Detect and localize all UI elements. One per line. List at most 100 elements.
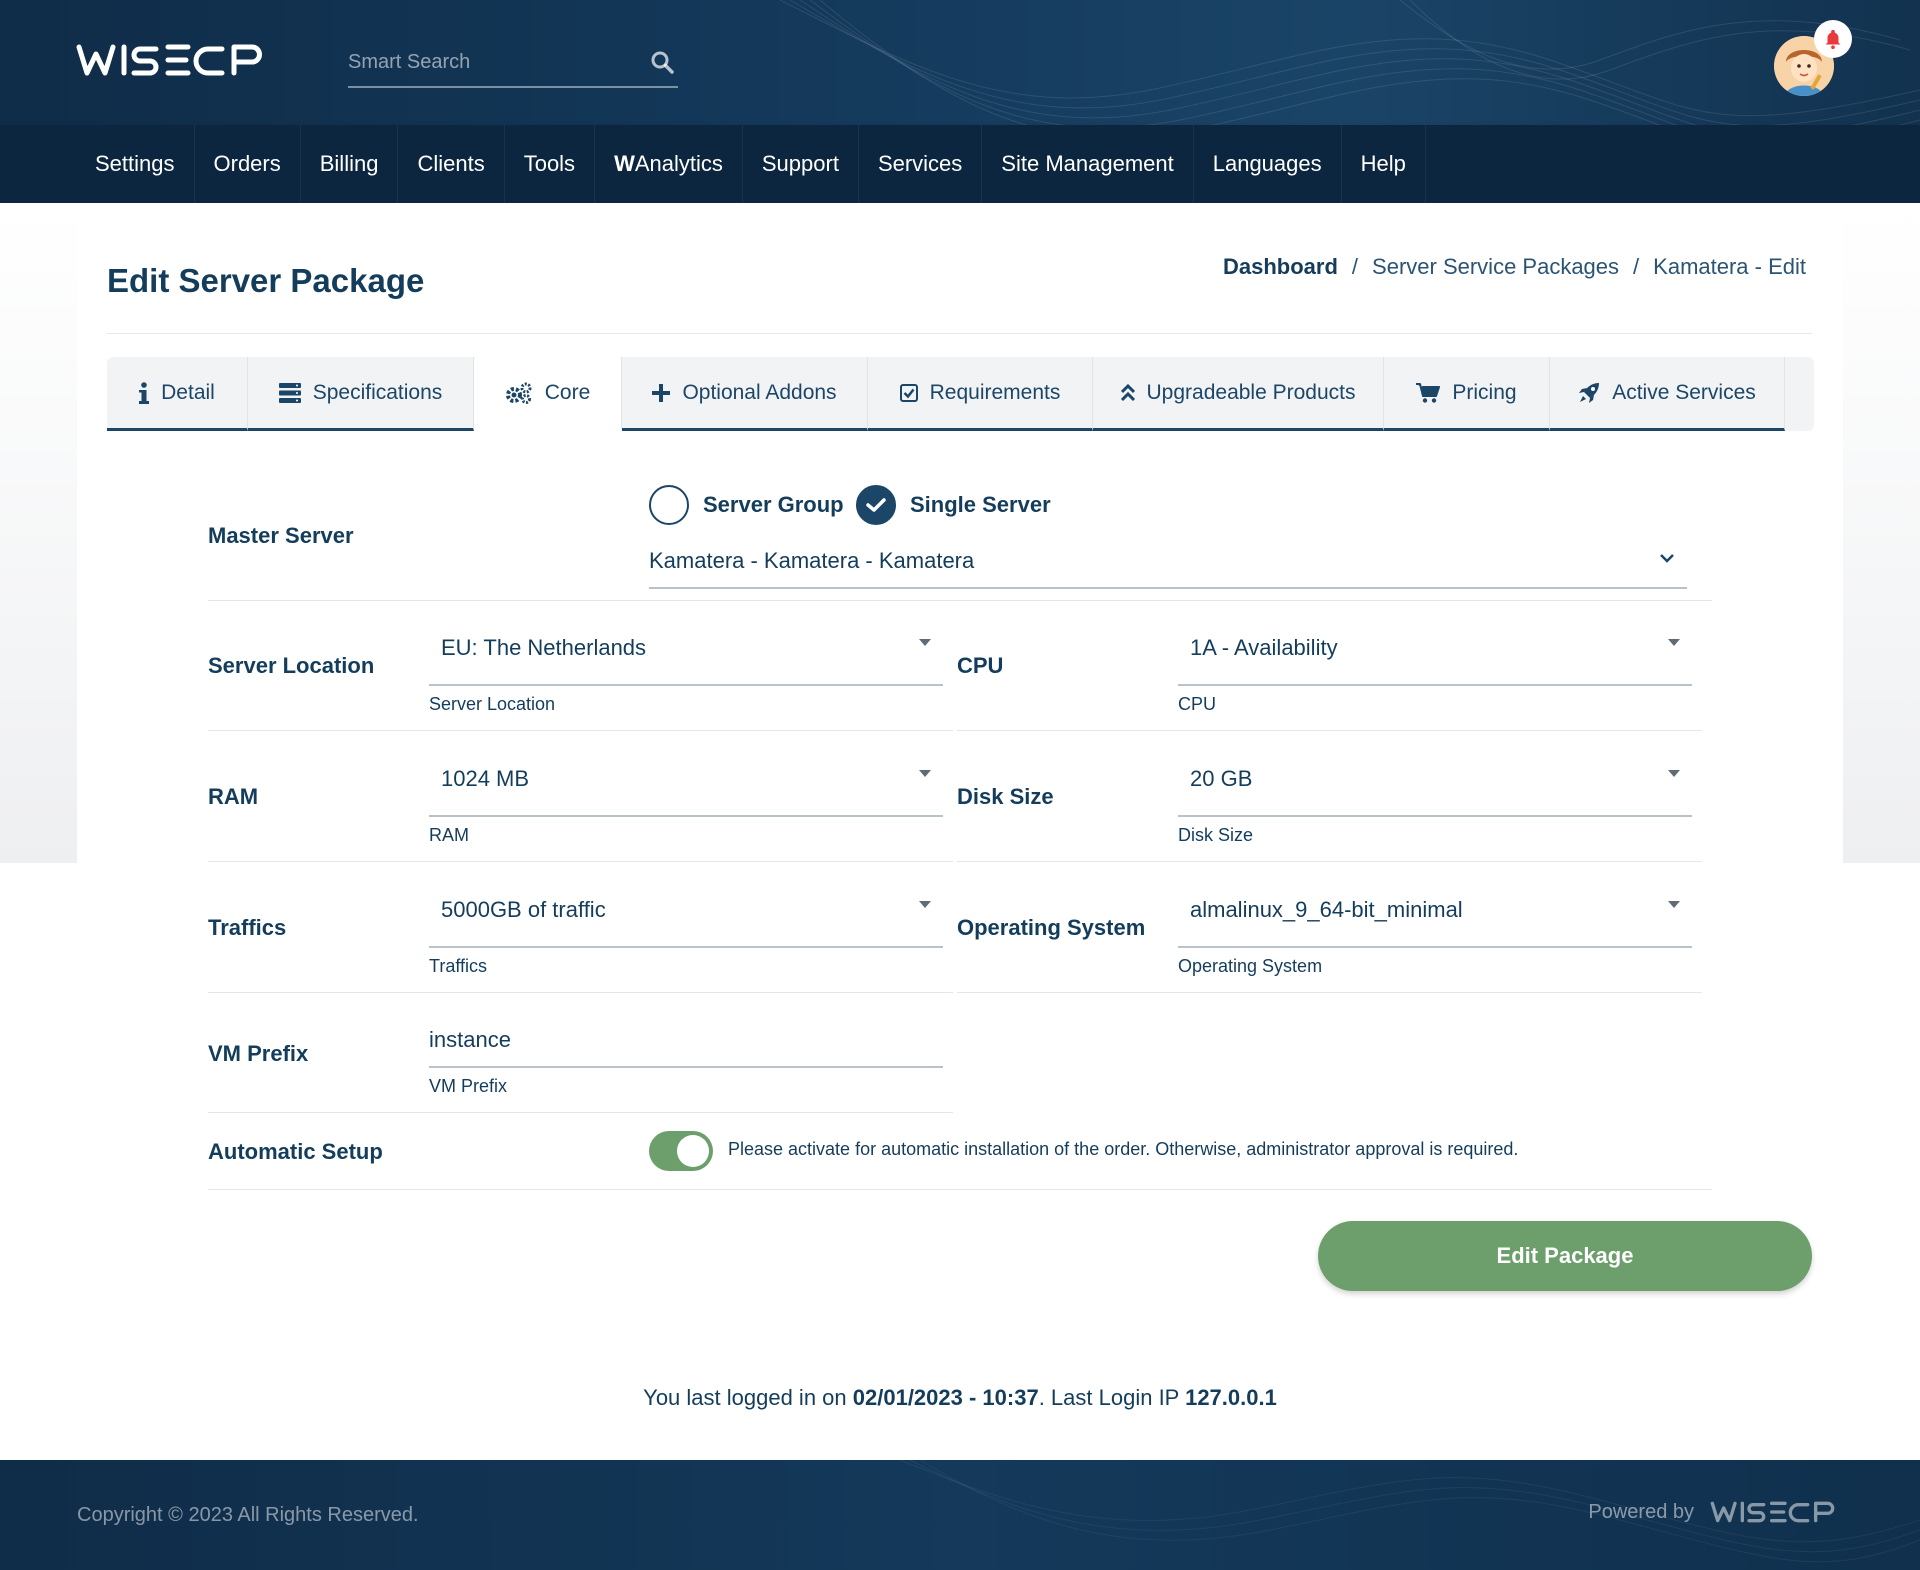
traffics-select[interactable]: 5000GB of traffic [429, 887, 943, 948]
cart-icon [1416, 382, 1441, 403]
disk-size-select[interactable]: 20 GB [1178, 756, 1692, 817]
tab-detail[interactable]: Detail [107, 357, 248, 431]
plus-icon [652, 383, 671, 402]
tab-active-services[interactable]: Active Services [1550, 357, 1785, 431]
vm-prefix-label: VM Prefix [208, 1041, 309, 1066]
disk-size-label: Disk Size [957, 784, 1054, 809]
nav-tools[interactable]: Tools [505, 125, 596, 203]
tab-requirements[interactable]: Requirements [868, 357, 1093, 431]
automatic-setup-description: Please activate for automatic installati… [728, 1139, 1519, 1159]
last-login-info: You last logged in on 02/01/2023 - 10:37… [0, 1385, 1920, 1411]
double-chevron-up-icon [1120, 383, 1135, 401]
tab-specifications[interactable]: Specifications [248, 357, 474, 431]
breadcrumb-separator: / [1351, 254, 1359, 279]
cogs-icon [505, 382, 532, 404]
divider [208, 861, 953, 862]
divider [208, 992, 953, 993]
traffics-hint: Traffics [429, 956, 488, 976]
tab-pricing[interactable]: Pricing [1384, 357, 1550, 431]
nav-label: Billing [319, 151, 379, 176]
radio-label: Server Group [703, 492, 844, 517]
nav-services[interactable]: Services [859, 125, 983, 203]
radio-single-server[interactable]: Single Server [856, 485, 1051, 525]
notification-bell[interactable] [1814, 20, 1852, 58]
select-value: Kamatera - Kamatera - Kamatera [649, 548, 975, 573]
ram-hint: RAM [429, 825, 469, 845]
radio-server-group[interactable]: Server Group [649, 485, 844, 525]
vm-prefix-hint: VM Prefix [429, 1076, 508, 1096]
master-server-select[interactable]: Kamatera - Kamatera - Kamatera [649, 538, 1687, 589]
tab-core[interactable]: Core [474, 357, 622, 431]
edit-package-button[interactable]: Edit Package [1318, 1221, 1812, 1291]
select-value: EU: The Netherlands [441, 635, 647, 660]
nav-label: Services [877, 151, 963, 176]
caret-down-icon [919, 770, 931, 777]
tab-label: Core [544, 380, 591, 404]
breadcrumb-server-service-packages[interactable]: Server Service Packages [1372, 254, 1619, 280]
tab-label: Detail [161, 380, 215, 404]
nav-label: Orders [213, 151, 281, 176]
wisecp-footer-logo[interactable] [1710, 1500, 1844, 1524]
checkbox-icon [899, 383, 918, 402]
vm-prefix-field [429, 1018, 943, 1068]
nav-label: Languages [1212, 151, 1322, 176]
user-menu[interactable] [1774, 20, 1852, 100]
tab-label: Upgradeable Products [1146, 380, 1356, 404]
traffics-label: Traffics [208, 915, 287, 940]
powered-by: Powered by [1588, 1500, 1844, 1524]
divider [208, 600, 1712, 601]
nav-orders[interactable]: Orders [195, 125, 301, 203]
nav-settings[interactable]: Settings [76, 125, 195, 203]
divider [957, 992, 1702, 993]
page-title: Edit Server Package [107, 262, 425, 299]
server-location-select[interactable]: EU: The Netherlands [429, 625, 943, 686]
nav-wanalytics[interactable]: WAnalytics [595, 125, 743, 203]
nav-clients[interactable]: Clients [398, 125, 505, 203]
powered-by-label: Powered by [1588, 1500, 1694, 1523]
search-input[interactable] [348, 44, 638, 80]
tab-optional-addons[interactable]: Optional Addons [622, 357, 868, 431]
select-value: 5000GB of traffic [441, 897, 606, 922]
header-wave-decoration [779, 0, 1920, 125]
caret-down-icon [1668, 639, 1680, 646]
bell-icon [1825, 29, 1841, 50]
breadcrumb-dashboard[interactable]: Dashboard [1223, 254, 1338, 280]
radio-label: Single Server [910, 492, 1051, 517]
last-login-middle: . Last Login IP [1038, 1385, 1186, 1410]
nav-languages[interactable]: Languages [1194, 125, 1342, 203]
operating-system-label: Operating System [957, 915, 1146, 940]
operating-system-select[interactable]: almalinux_9_64-bit_minimal [1178, 887, 1692, 948]
nav-help[interactable]: Help [1342, 125, 1426, 203]
nav-label: Help [1360, 151, 1406, 176]
tab-label: Optional Addons [682, 380, 837, 404]
last-login-datetime: 02/01/2023 - 10:37 [852, 1385, 1039, 1410]
caret-down-icon [1668, 770, 1680, 777]
cpu-label: CPU [957, 653, 1004, 678]
wisecp-logo[interactable] [76, 42, 276, 78]
automatic-setup-toggle[interactable] [649, 1131, 713, 1171]
cpu-select[interactable]: 1A - Availability [1178, 625, 1692, 686]
divider [208, 1112, 953, 1113]
search-icon[interactable] [646, 46, 678, 78]
copyright: Copyright © 2023 All Rights Reserved. [77, 1504, 419, 1526]
ram-select[interactable]: 1024 MB [429, 756, 943, 817]
vm-prefix-input[interactable] [429, 1022, 943, 1058]
smart-search [348, 38, 678, 88]
automatic-setup-label: Automatic Setup [208, 1139, 383, 1164]
nav-label: Clients [417, 151, 485, 176]
nav-support[interactable]: Support [743, 125, 859, 203]
divider [957, 861, 1702, 862]
divider [957, 730, 1702, 731]
nav-billing[interactable]: Billing [301, 125, 399, 203]
operating-system-hint: Operating System [1178, 956, 1323, 976]
tab-upgradeable-products[interactable]: Upgradeable Products [1093, 357, 1384, 431]
ram-label: RAM [208, 784, 259, 809]
select-value: 20 GB [1190, 766, 1253, 791]
tab-label: Active Services [1612, 380, 1756, 404]
toggle-knob [677, 1135, 709, 1167]
nav-site-management[interactable]: Site Management [982, 125, 1194, 203]
chevron-down-icon [1660, 554, 1674, 563]
tab-label: Specifications [312, 380, 443, 404]
tab-label: Pricing [1452, 380, 1517, 404]
nav-label-bold: W [614, 151, 635, 176]
